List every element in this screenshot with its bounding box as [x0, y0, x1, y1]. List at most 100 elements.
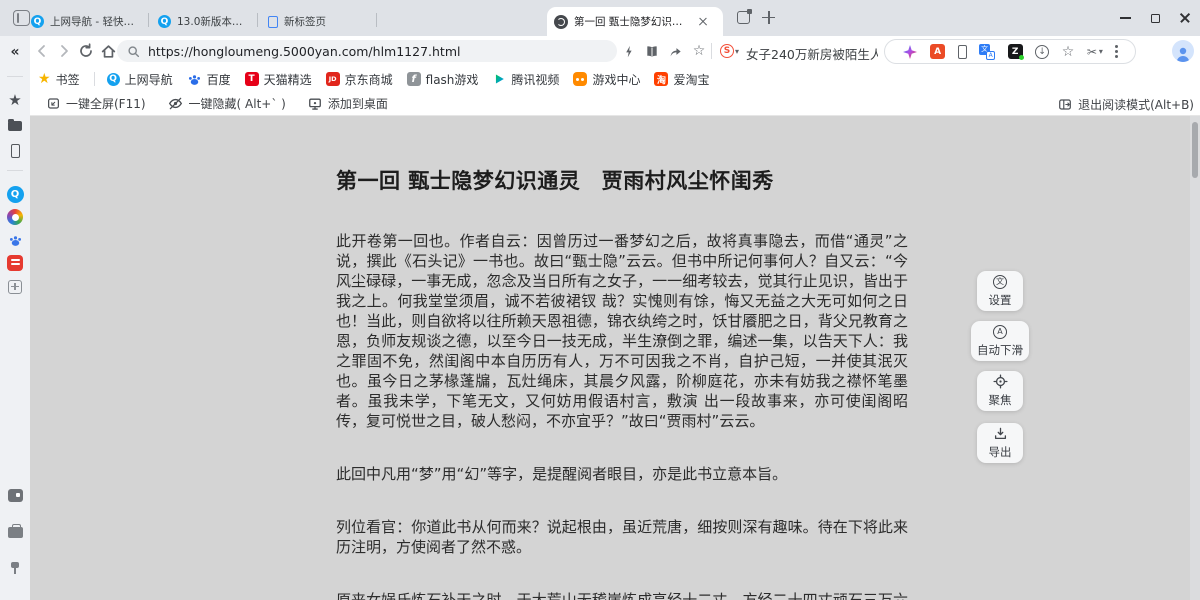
bookmark-item-tmall[interactable]: T 天猫精选 — [245, 71, 312, 88]
maximize-icon — [1151, 14, 1160, 23]
add-to-desktop-button[interactable]: 添加到桌面 — [308, 95, 388, 112]
add-to-desktop-label: 添加到桌面 — [328, 95, 388, 112]
user-avatar[interactable] — [1172, 40, 1194, 62]
close-button[interactable] — [1172, 6, 1198, 30]
sidebar-tieba-button[interactable] — [0, 228, 30, 252]
tab-version-intro[interactable]: Q 13.0新版本介绍 — [151, 7, 255, 36]
scrollbar-track[interactable] — [1190, 116, 1200, 600]
forward-icon — [56, 43, 72, 59]
tab-label: 新标签页 — [284, 14, 326, 29]
folder-icon — [8, 121, 22, 131]
exit-reading-mode-button[interactable]: 退出阅读模式(Alt+B) — [1058, 92, 1194, 116]
bookmark-item-nav[interactable]: Q 上网导航 — [107, 71, 173, 88]
sidebar-files-button[interactable] — [0, 114, 30, 138]
reader-settings-button[interactable]: 文 设置 — [977, 271, 1023, 311]
pushpin-icon — [10, 561, 20, 575]
phone-sync-icon[interactable] — [958, 45, 967, 59]
reading-mode-toolbar: 一键全屏(F11) 一键隐藏( Alt+` ) 添加到桌面 退出阅读模式(Alt… — [30, 92, 1200, 116]
share-icon — [668, 44, 683, 59]
translate-extension-icon[interactable]: 文 A — [979, 44, 995, 60]
hotword-dropdown[interactable]: ▾ — [731, 39, 743, 63]
tab-nav-home[interactable]: Q 上网导航 - 轻快上网 从这里开始 — [24, 7, 146, 36]
tab-separator — [148, 13, 149, 27]
tab-groups-icon[interactable] — [737, 11, 750, 24]
reload-button[interactable] — [74, 39, 98, 63]
lightning-icon — [622, 44, 636, 59]
bookmark-label: 京东商城 — [345, 71, 393, 88]
tab-close-icon[interactable] — [696, 15, 710, 29]
bookmark-page-icon[interactable]: ☆ — [1062, 44, 1075, 60]
tab-bar: Q 上网导航 - 轻快上网 从这里开始 Q 13.0新版本介绍 新标签页 第一回… — [0, 0, 1200, 36]
reload-icon — [78, 43, 94, 59]
caret-down-icon: ▾ — [1099, 47, 1103, 56]
bookmark-item-taobao[interactable]: 淘 爱淘宝 — [654, 71, 709, 88]
share-button[interactable] — [663, 39, 687, 63]
tencent-video-icon — [492, 72, 506, 86]
minimize-icon — [1120, 17, 1131, 19]
jd-icon: JD — [326, 72, 340, 86]
blue-paw-icon — [8, 233, 23, 248]
tab-active-hongloumeng[interactable]: 第一回 甄士隐梦幻识通灵 贾 — [547, 7, 723, 36]
minimize-button[interactable] — [1112, 6, 1138, 30]
close-icon — [1179, 12, 1191, 24]
sidebar-pin-button[interactable] — [0, 556, 30, 580]
eye-off-icon — [168, 96, 183, 111]
star-icon: ☆ — [693, 43, 706, 59]
collapse-sidebar-button[interactable]: « — [0, 40, 30, 64]
sidebar-colorful-app-button[interactable] — [0, 205, 30, 229]
sidebar-media-button[interactable] — [0, 483, 30, 507]
navigation-bar: https://hongloumeng.5000yan.com/hlm1127.… — [30, 36, 1200, 66]
address-bar[interactable]: https://hongloumeng.5000yan.com/hlm1127.… — [117, 40, 617, 62]
briefcase-icon — [8, 527, 23, 538]
pdf-extension-icon[interactable]: A — [930, 44, 945, 59]
hide-button[interactable]: 一键隐藏( Alt+` ) — [168, 95, 286, 112]
forward-button[interactable] — [52, 39, 76, 63]
reading-mode-button[interactable] — [640, 39, 664, 63]
maximize-button[interactable] — [1142, 6, 1168, 30]
new-tab-button[interactable] — [761, 10, 776, 25]
url-text[interactable]: https://hongloumeng.5000yan.com/hlm1127.… — [148, 44, 460, 59]
bookmark-item-jd[interactable]: JD 京东商城 — [326, 71, 393, 88]
red-app-icon — [7, 255, 23, 271]
more-options-icon[interactable] — [1115, 50, 1118, 53]
bookmark-item-baidu[interactable]: 百度 — [187, 71, 231, 88]
settings-label: 设置 — [989, 292, 1012, 308]
bookmark-label: 爱淘宝 — [673, 71, 709, 88]
scrollbar-thumb[interactable] — [1192, 122, 1198, 178]
back-button[interactable] — [30, 39, 54, 63]
download-icon[interactable]: ↓ — [1035, 45, 1049, 59]
hot-search-text[interactable]: 女子240万新房被陌生人拎 — [746, 44, 878, 63]
ai-sparkle-icon[interactable] — [902, 44, 918, 60]
favorite-button[interactable]: ☆ — [687, 39, 711, 63]
article: 第一回 甄士隐梦幻识通灵 贾雨村风尘怀闺秀 此开卷第一回也。作者自云：因曾历过一… — [336, 116, 908, 600]
tab-new-tab-page[interactable]: 新标签页 — [261, 7, 374, 36]
caret-down-icon: ▾ — [735, 47, 739, 56]
focus-button[interactable]: 聚焦 — [977, 371, 1023, 411]
export-label: 导出 — [989, 444, 1012, 460]
browser-window: Q 上网导航 - 轻快上网 从这里开始 Q 13.0新版本介绍 新标签页 第一回… — [0, 0, 1200, 600]
quick-launch-button[interactable] — [617, 39, 641, 63]
fullscreen-button[interactable]: 一键全屏(F11) — [47, 95, 146, 112]
sidebar-qq-nav-button[interactable]: Q — [0, 182, 30, 206]
bookmark-label: 天猫精选 — [264, 71, 312, 88]
sidebar-phone-button[interactable] — [0, 139, 30, 163]
exit-reading-label: 退出阅读模式(Alt+B) — [1078, 96, 1194, 113]
export-button[interactable]: 导出 — [977, 423, 1023, 463]
sidebar-divider — [7, 76, 23, 77]
bookmarks-root[interactable]: ★ 书签 — [38, 71, 80, 88]
search-icon — [127, 45, 140, 58]
bookmark-item-tencent-video[interactable]: 腾讯视频 — [492, 71, 559, 88]
screenshot-tool[interactable]: ✂▾ — [1087, 45, 1103, 59]
left-sidebar: « ★ Q — [0, 36, 30, 600]
paragraph: 原来女娲氏炼石补天之时，于大荒山无稽崖炼成高经十二丈、方经二十四丈顽石三万六千五… — [336, 590, 908, 600]
sidebar-toolbox-button[interactable] — [0, 519, 30, 543]
bookmark-item-game-center[interactable]: 游戏中心 — [573, 71, 640, 88]
bookmark-label: 上网导航 — [125, 71, 173, 88]
sidebar-news-button[interactable] — [0, 251, 30, 275]
sidebar-add-button[interactable] — [0, 275, 30, 299]
bookmark-label: 游戏中心 — [592, 71, 640, 88]
auto-scroll-button[interactable]: A 自动下滑 — [971, 321, 1029, 361]
z-extension-icon[interactable]: Z — [1008, 44, 1023, 59]
bookmark-item-flash[interactable]: f flash游戏 — [407, 71, 479, 88]
sidebar-favorites-button[interactable]: ★ — [0, 88, 30, 112]
